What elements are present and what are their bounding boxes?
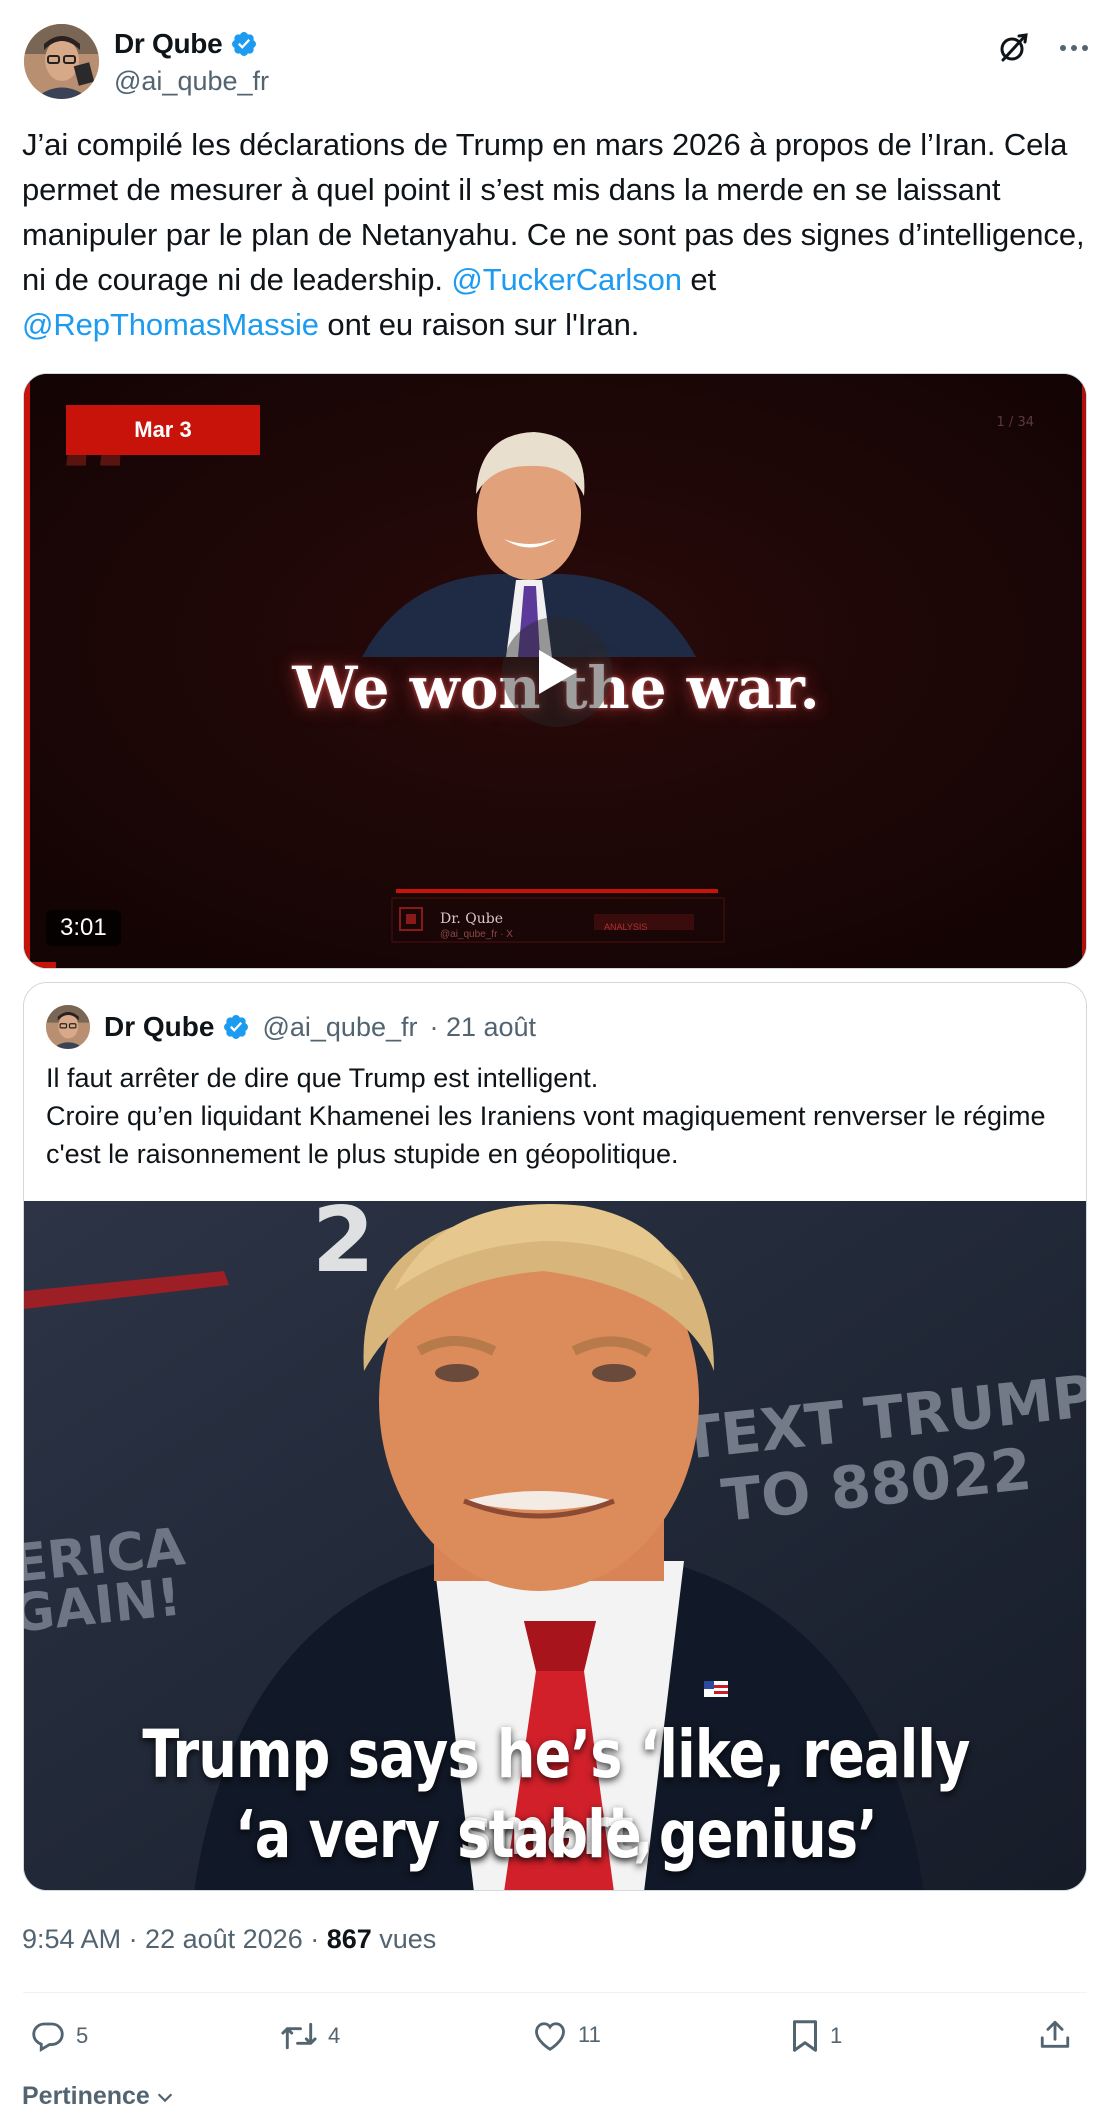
video-date-label: Mar 3 <box>66 405 260 455</box>
video-player[interactable]: “ Mar 3 1 / 34 We won the war. Dr. Qube … <box>23 373 1087 969</box>
share-button[interactable] <box>1038 2018 1072 2052</box>
quoted-handle: @ai_qube_fr <box>262 1011 418 1042</box>
avatar[interactable] <box>24 24 99 99</box>
sort-dropdown[interactable]: Pertinence <box>22 2082 176 2111</box>
tweet-header: Dr Qube @ai_qube_fr <box>24 24 1089 100</box>
watermark-handle: @ai_qube_fr · X <box>440 929 513 940</box>
more-icon[interactable] <box>1059 43 1089 53</box>
quoted-image[interactable]: 2 TEXT TRUMP TO 88022 ERICA GAIN! Trump … <box>24 1201 1086 1890</box>
mention-link[interactable]: @RepThomasMassie <box>22 307 319 342</box>
slide-counter: 1 / 34 <box>996 415 1034 430</box>
reply-count: 5 <box>76 2023 89 2048</box>
tweet-meta: 9:54 AM · 22 août 2026 · 867 vues <box>22 1924 436 1955</box>
tweet-text-part: et <box>681 262 717 297</box>
views-label: vues <box>371 1924 437 1954</box>
tweet-text: J’ai compilé les déclarations de Trump e… <box>22 122 1092 347</box>
image-caption-line: ‘a very stable genius’ <box>235 1796 878 1873</box>
like-button[interactable]: 11 <box>532 2018 601 2052</box>
views-count: 867 <box>326 1924 372 1954</box>
sort-label: Pertinence <box>22 2082 150 2110</box>
quoted-tweet[interactable]: Dr Qube @ai_qube_fr · 21 août Il faut ar… <box>23 982 1087 1891</box>
quoted-text: Il faut arrêter de dire que Trump est in… <box>46 1059 1066 1173</box>
quoted-text-line: Croire qu’en liquidant Khamenei les Iran… <box>46 1101 1046 1169</box>
svg-text:2: 2 <box>312 1201 375 1293</box>
repost-icon <box>281 2022 317 2050</box>
chevron-down-icon <box>157 2092 173 2102</box>
tweet-timestamp[interactable]: 9:54 AM · 22 août 2026 · <box>22 1924 327 1954</box>
repost-button[interactable]: 4 <box>280 2018 340 2054</box>
share-icon <box>1040 2020 1070 2048</box>
grok-icon[interactable] <box>997 32 1029 64</box>
bookmark-button[interactable]: 1 <box>790 2018 842 2054</box>
reply-icon <box>32 2022 64 2053</box>
bookmark-icon <box>793 2020 817 2052</box>
author-handle[interactable]: @ai_qube_fr <box>114 66 269 97</box>
play-button[interactable] <box>502 617 612 727</box>
like-count: 11 <box>578 2022 601 2047</box>
mention-link[interactable]: @TuckerCarlson <box>451 262 682 297</box>
reply-button[interactable]: 5 <box>30 2018 88 2054</box>
quoted-text-line: Il faut arrêter de dire que Trump est in… <box>46 1063 599 1093</box>
divider <box>23 1992 1087 1993</box>
verified-badge-icon <box>222 1013 250 1041</box>
watermark-name: Dr. Qube <box>440 911 504 927</box>
quoted-date: · 21 août <box>429 1011 537 1042</box>
watermark-tag: ANALYSIS <box>604 922 648 932</box>
author-name[interactable]: Dr Qube <box>114 28 223 60</box>
verified-badge-icon <box>230 30 258 58</box>
action-bar: 5 4 11 1 <box>30 2018 1080 2058</box>
quoted-author-name: Dr Qube <box>104 1011 215 1042</box>
like-icon <box>535 2022 565 2051</box>
bookmark-count: 1 <box>830 2023 843 2048</box>
video-duration: 3:01 <box>46 910 121 946</box>
repost-count: 4 <box>328 2023 341 2048</box>
quoted-avatar <box>46 1005 90 1049</box>
play-icon <box>539 650 577 694</box>
tweet-text-part: ont eu raison sur l'Iran. <box>318 307 640 342</box>
